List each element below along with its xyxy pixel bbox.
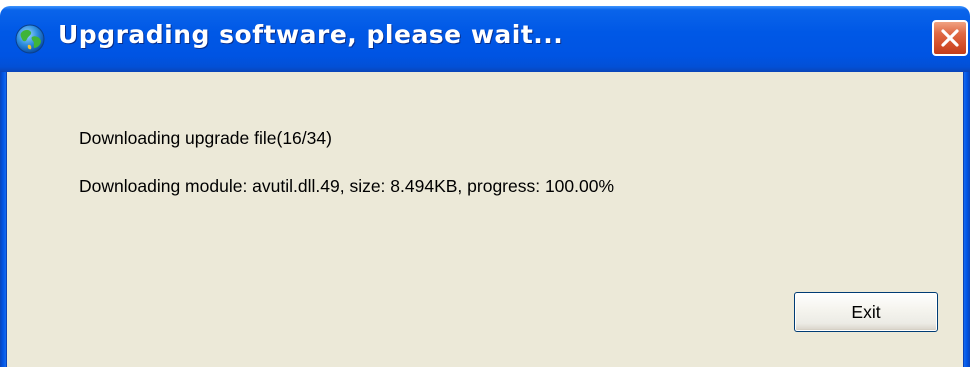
- globe-icon: [14, 23, 46, 55]
- window-frame-right: [964, 72, 970, 367]
- close-icon: [941, 29, 959, 47]
- upgrade-status-text: Downloading upgrade file(16/34): [79, 128, 332, 148]
- title-bar[interactable]: Upgrading software, please wait...: [0, 6, 970, 72]
- close-button[interactable]: [932, 20, 968, 56]
- exit-button[interactable]: Exit: [794, 292, 938, 332]
- module-progress-text: Downloading module: avutil.dll.49, size:…: [79, 176, 615, 196]
- window-title: Upgrading software, please wait...: [58, 20, 564, 49]
- dialog-body: Downloading upgrade file(16/34) Download…: [6, 72, 964, 367]
- upgrade-dialog: Upgrading software, please wait... Downl…: [0, 0, 970, 367]
